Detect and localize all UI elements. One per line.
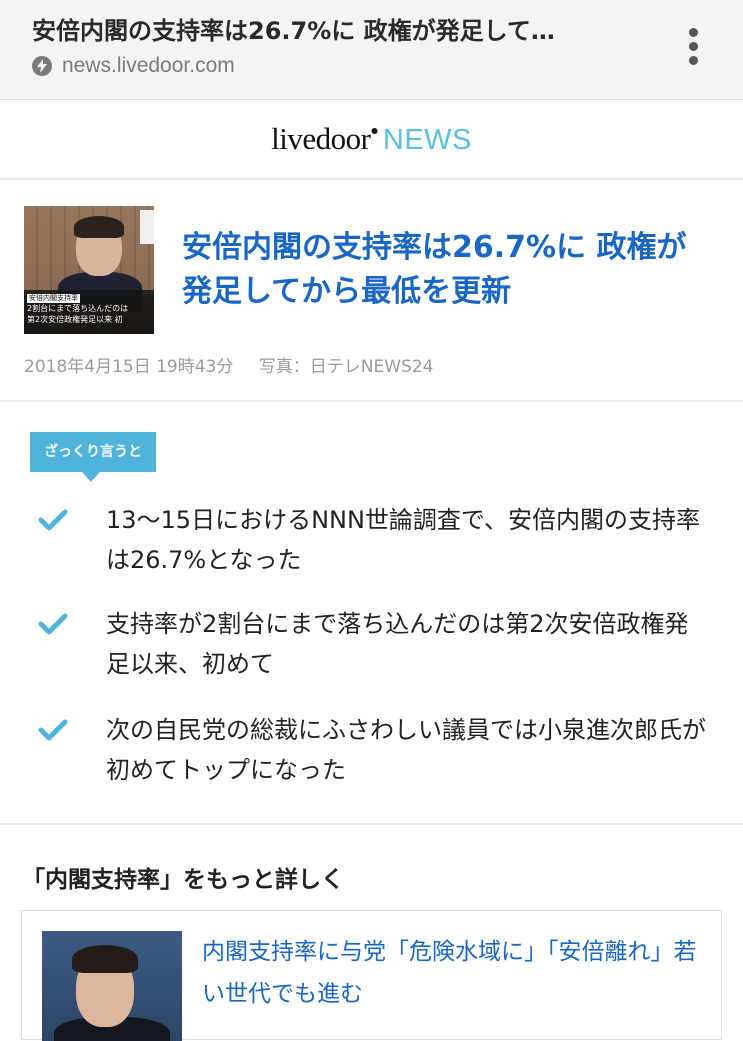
page-title[interactable]: 安倍内閣の支持率は26.7%に 政権が発足して… [32, 16, 632, 46]
domain-text: news.livedoor.com [62, 54, 235, 77]
logo-dot: ● [370, 122, 379, 138]
logo-news: NEWS [382, 124, 472, 156]
thumbnail-caption-tag: 安倍内閣支持率 [27, 294, 80, 303]
thumbnail-side-label [140, 210, 154, 244]
article-title[interactable]: 安倍内閣の支持率は26.7%に 政権が発足してから最低を更新 [182, 226, 712, 314]
summary-item-text: 次の自民党の総裁にふさわしい議員では小泉進次郎氏が初めてトップになった [106, 716, 706, 784]
summary-item: 13〜15日におけるNNN世論調査で、安倍内閣の支持率は26.7%となった [0, 500, 743, 580]
more-vert-icon[interactable] [687, 28, 699, 68]
domain-row[interactable]: news.livedoor.com [32, 54, 235, 78]
divider [0, 400, 743, 402]
bolt-icon [32, 56, 52, 76]
check-icon [38, 613, 68, 635]
check-icon [38, 509, 68, 531]
thumbnail-caption: 安倍内閣支持率 2割台にまで落ち込んだのは 第2次安倍政権発足以来 初 [24, 290, 154, 334]
divider [0, 823, 743, 825]
summary-tag: ざっくり言うと [30, 432, 156, 482]
check-icon [38, 719, 68, 741]
article-meta: 2018年4月15日 19時43分 写真：日テレNEWS24 [24, 352, 434, 377]
related-heading: 「内閣支持率」をもっと詳しく [22, 867, 344, 893]
thumbnail-figure-hair [74, 216, 124, 238]
summary-item-text: 13〜15日におけるNNN世論調査で、安倍内閣の支持率は26.7%となった [106, 506, 700, 574]
related-article-thumbnail [42, 931, 182, 1041]
summary-item-text: 支持率が2割台にまで落ち込んだのは第2次安倍政権発足以来、初めて [106, 610, 689, 678]
thumbnail-caption-line1: 2割台にまで落ち込んだのは [27, 304, 129, 313]
photo-credit: 写真：日テレNEWS24 [258, 357, 434, 377]
related-article-title[interactable]: 内閣支持率に与党「危険水域に」「安倍離れ」若い世代でも進む [202, 931, 702, 1015]
site-header: livedoor ● NEWS [0, 100, 743, 180]
browser-address-bar: 安倍内閣の支持率は26.7%に 政権が発足して… news.livedoor.c… [0, 0, 743, 100]
related-thumbnail-figure-hair [72, 945, 138, 973]
logo-livedoor: livedoor [271, 121, 371, 156]
thumbnail-caption-line2: 第2次安倍政権発足以来 初 [27, 315, 123, 324]
related-article-card[interactable]: 内閣支持率に与党「危険水域に」「安倍離れ」若い世代でも進む [21, 910, 722, 1041]
summary-item: 次の自民党の総裁にふさわしい議員では小泉進次郎氏が初めてトップになった [0, 710, 743, 790]
summary-item: 支持率が2割台にまで落ち込んだのは第2次安倍政権発足以来、初めて [0, 604, 743, 684]
article-thumbnail[interactable]: 安倍内閣支持率 2割台にまで落ち込んだのは 第2次安倍政権発足以来 初 [24, 206, 154, 334]
article-date: 2018年4月15日 19時43分 [24, 357, 234, 377]
site-logo[interactable]: livedoor ● NEWS [271, 121, 472, 157]
